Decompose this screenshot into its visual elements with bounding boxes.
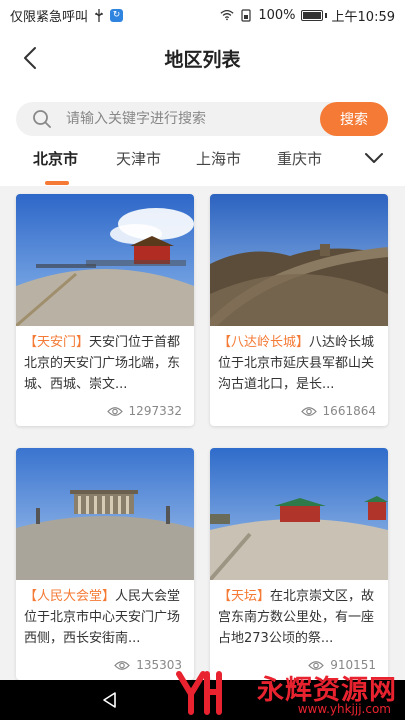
view-count-value: 1297332	[128, 404, 182, 418]
page-header: 地区列表	[0, 30, 405, 86]
eye-icon	[106, 406, 123, 416]
search-icon	[33, 110, 51, 128]
status-bar: 仅限紧急呼叫 ↻ 100% 上午10:59	[0, 0, 405, 30]
battery-tip	[324, 12, 327, 18]
attraction-description: 【人民大会堂】人民大会堂位于北京市中心天安门广场西侧，西长安街南...	[16, 580, 194, 650]
attraction-card[interactable]: 【天安门】天安门位于首都北京的天安门广场北端，东城、西城、崇文... 12973…	[16, 194, 194, 426]
attraction-photo	[210, 448, 388, 580]
attraction-photo	[16, 194, 194, 326]
attraction-photo	[16, 448, 194, 580]
tab-shanghai[interactable]: 上海市	[196, 148, 241, 169]
search-button[interactable]: 搜索	[320, 102, 388, 136]
chevron-down-icon	[365, 153, 383, 163]
eye-icon	[300, 406, 317, 416]
chevron-left-icon	[24, 47, 36, 69]
back-button[interactable]	[14, 40, 46, 76]
carrier-text: 仅限紧急呼叫	[10, 9, 89, 25]
attraction-card[interactable]: 【天坛】在北京崇文区，故宫东南方数公里处，有一座占地273公顷的祭... 910…	[210, 448, 388, 680]
status-time: 上午10:59	[331, 9, 395, 25]
attraction-name: 【八达岭长城】	[218, 335, 310, 350]
watermark-url: www.yhkjjj.com	[297, 702, 391, 716]
attraction-name: 【人民大会堂】	[24, 589, 116, 604]
attraction-name: 【天安门】	[24, 335, 90, 350]
view-count: 1297332	[106, 404, 182, 418]
tab-chongqing[interactable]: 重庆市	[277, 148, 322, 169]
sim-icon	[239, 8, 253, 22]
nav-back-icon[interactable]	[100, 690, 120, 710]
search-input[interactable]	[66, 102, 316, 136]
usb-icon	[92, 8, 106, 22]
tab-beijing[interactable]: 北京市	[33, 148, 78, 169]
page-title: 地区列表	[164, 48, 241, 71]
watermark-logo-icon	[176, 671, 222, 715]
tabs-more-button[interactable]	[363, 148, 385, 168]
tab-tianjin[interactable]: 天津市	[116, 148, 161, 169]
search-box: 搜索	[16, 102, 388, 136]
watermark: 永辉资源网 www.yhkjjj.com	[165, 666, 405, 720]
attraction-description: 【天安门】天安门位于首都北京的天安门广场北端，东城、西城、崇文...	[16, 326, 194, 396]
view-count-value: 1661864	[322, 404, 376, 418]
battery-percent: 100%	[258, 7, 296, 23]
status-left: 仅限紧急呼叫 ↻	[10, 6, 124, 25]
attraction-description: 【八达岭长城】八达岭长城位于北京市延庆县军都山关沟古道北口，是长...	[210, 326, 388, 396]
eye-icon	[114, 660, 131, 670]
attraction-name: 【天坛】	[218, 589, 271, 604]
notification-app-icon: ↻	[110, 8, 124, 22]
status-right: 100% 上午10:59	[220, 6, 395, 25]
attraction-card[interactable]: 【人民大会堂】人民大会堂位于北京市中心天安门广场西侧，西长安街南... 1353…	[16, 448, 194, 680]
attraction-photo	[210, 194, 388, 326]
attraction-card[interactable]: 【八达岭长城】八达岭长城位于北京市延庆县军都山关沟古道北口，是长... 1661…	[210, 194, 388, 426]
attraction-grid: 【天安门】天安门位于首都北京的天安门广场北端，东城、西城、崇文... 12973…	[0, 186, 405, 680]
attraction-description: 【天坛】在北京崇文区，故宫东南方数公里处，有一座占地273公顷的祭...	[210, 580, 388, 650]
battery-icon	[300, 9, 323, 21]
search-area: 搜索 北京市 天津市 上海市 重庆市	[0, 86, 405, 186]
region-tabs: 北京市 天津市 上海市 重庆市	[0, 144, 405, 186]
active-tab-indicator	[45, 181, 69, 185]
view-count: 1661864	[300, 404, 376, 418]
wifi-icon	[220, 8, 234, 22]
